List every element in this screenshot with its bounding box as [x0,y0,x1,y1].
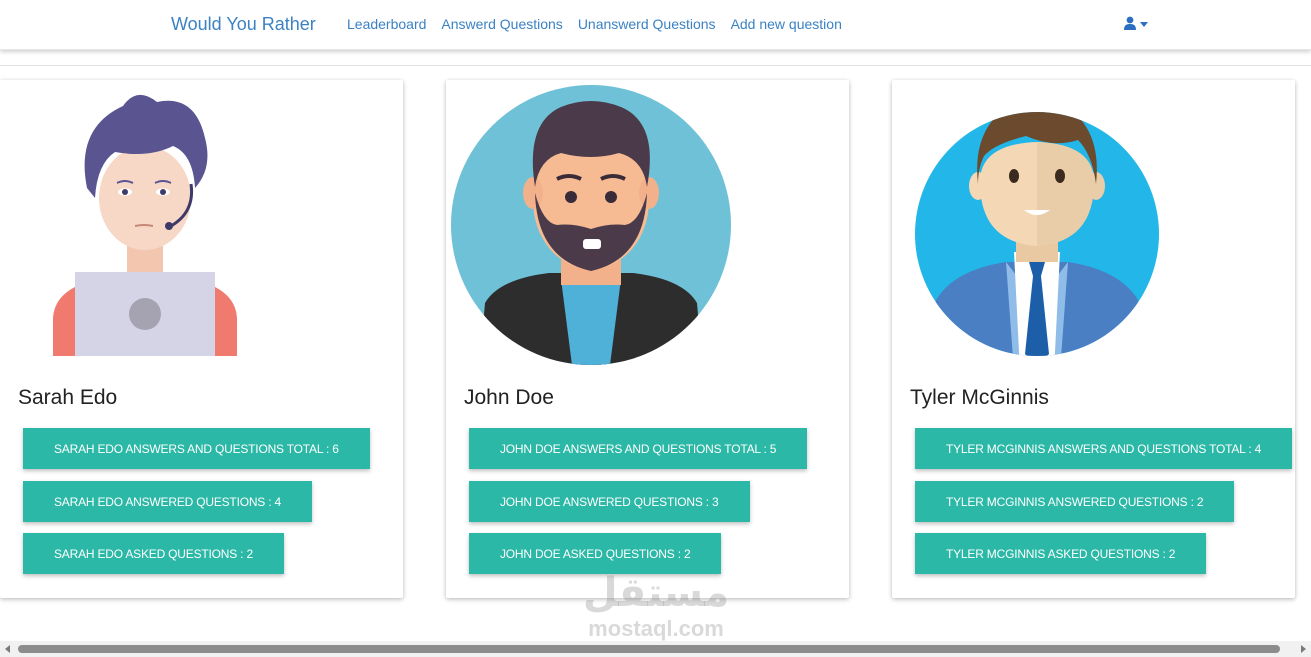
horizontal-scrollbar[interactable] [0,641,1311,657]
divider [0,65,1311,66]
nav-link-answered-questions[interactable]: Answerd Questions [441,16,562,32]
total-count-button[interactable]: SARAH EDO ANSWERS AND QUESTIONS TOTAL : … [23,428,370,469]
scroll-left-icon[interactable] [5,645,10,653]
brand-link[interactable]: Would You Rather [171,14,316,35]
answered-count-button[interactable]: JOHN DOE ANSWERED QUESTIONS : 3 [469,481,750,522]
scrollbar-thumb[interactable] [18,645,1280,653]
user-card-tyler: Tyler McGinnis TYLER MCGINNIS ANSWERS AN… [892,80,1295,598]
user-card-john: John Doe JOHN DOE ANSWERS AND QUESTIONS … [446,80,849,598]
asked-count-button[interactable]: SARAH EDO ASKED QUESTIONS : 2 [23,533,284,574]
navbar: Would You Rather Leaderboard Answerd Que… [0,0,1311,50]
watermark-latin: mostaql.com [588,616,724,641]
asked-count-button[interactable]: TYLER MCGINNIS ASKED QUESTIONS : 2 [915,533,1207,574]
user-name: Sarah Edo [18,386,118,409]
total-count-button[interactable]: TYLER MCGINNIS ANSWERS AND QUESTIONS TOT… [915,428,1293,469]
avatar-image [915,112,1159,356]
watermark-arabic: مستقل [582,570,730,616]
avatar [0,80,403,370]
user-icon [1124,16,1136,30]
nav-links: Leaderboard Answerd Questions Unanswerd … [347,16,842,32]
answered-count-button[interactable]: TYLER MCGINNIS ANSWERED QUESTIONS : 2 [915,481,1235,522]
user-name: Tyler McGinnis [910,386,1049,409]
scroll-right-icon[interactable] [1301,645,1306,653]
avatar-image [451,85,731,365]
answered-count-button[interactable]: SARAH EDO ANSWERED QUESTIONS : 4 [23,481,312,522]
avatar [892,80,1295,370]
user-name: John Doe [464,386,554,409]
chevron-down-icon [1140,21,1148,27]
watermark: مستقل mostaql.com [576,569,736,641]
avatar [446,80,849,370]
nav-link-leaderboard[interactable]: Leaderboard [347,16,426,32]
user-menu-dropdown[interactable] [1124,16,1148,30]
total-count-button[interactable]: JOHN DOE ANSWERS AND QUESTIONS TOTAL : 5 [469,428,808,469]
asked-count-button[interactable]: JOHN DOE ASKED QUESTIONS : 2 [469,533,722,574]
nav-link-unanswered-questions[interactable]: Unanswerd Questions [578,16,716,32]
user-card-sarah: Sarah Edo SARAH EDO ANSWERS AND QUESTION… [0,80,403,598]
avatar-image [53,94,237,356]
nav-link-add-new-question[interactable]: Add new question [731,16,842,32]
